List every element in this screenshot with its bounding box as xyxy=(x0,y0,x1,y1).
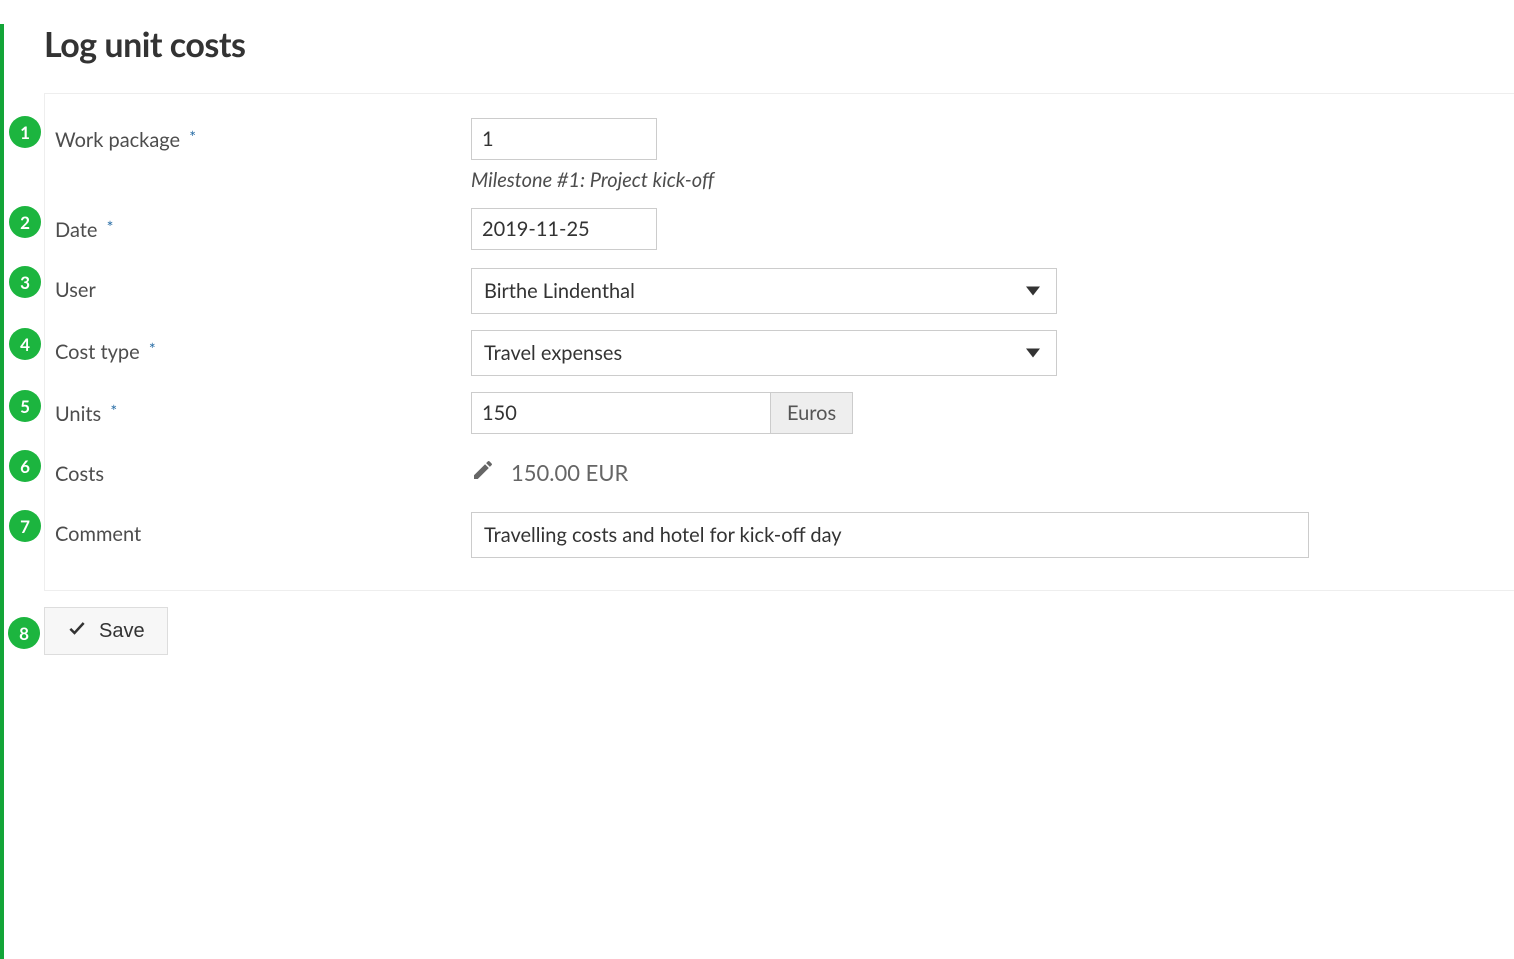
save-button[interactable]: Save xyxy=(44,607,168,655)
row-date: 2 Date * xyxy=(45,200,1514,260)
date-input[interactable] xyxy=(471,208,657,250)
work-package-input[interactable] xyxy=(471,118,657,160)
row-costs: 6 Costs 150.00 EUR xyxy=(45,444,1514,504)
row-units: 5 Units * Euros xyxy=(45,384,1514,444)
pencil-icon[interactable] xyxy=(471,458,495,487)
units-input[interactable] xyxy=(471,392,771,434)
annotation-badge-7: 7 xyxy=(9,510,41,542)
label-cost-type: Cost type * xyxy=(55,330,471,364)
annotation-badge-1: 1 xyxy=(9,116,41,148)
label-text: Work package xyxy=(55,128,180,152)
page-title: Log unit costs xyxy=(44,24,1514,65)
units-suffix: Euros xyxy=(771,392,853,434)
label-text: Units xyxy=(55,402,101,426)
label-user: User xyxy=(55,268,471,302)
label-text: Cost type xyxy=(55,340,140,364)
required-marker: * xyxy=(107,218,114,237)
check-icon xyxy=(67,618,87,644)
chevron-down-icon xyxy=(1026,287,1040,296)
label-text: Costs xyxy=(55,462,104,486)
annotation-left-bar xyxy=(0,24,4,959)
comment-input[interactable] xyxy=(471,512,1309,558)
label-work-package: Work package * xyxy=(55,118,471,152)
user-select[interactable]: Birthe Lindenthal xyxy=(471,268,1057,314)
row-comment: 7 Comment xyxy=(45,504,1514,566)
required-marker: * xyxy=(110,402,117,421)
label-costs: Costs xyxy=(55,452,471,486)
label-text: Date xyxy=(55,218,97,242)
label-date: Date * xyxy=(55,208,471,242)
label-comment: Comment xyxy=(55,512,471,546)
log-cost-form: 1 Work package * Milestone #1: Project k… xyxy=(44,93,1514,591)
row-work-package: 1 Work package * Milestone #1: Project k… xyxy=(45,110,1514,200)
annotation-badge-3: 3 xyxy=(9,266,41,298)
annotation-badge-6: 6 xyxy=(9,450,41,482)
annotation-badge-4: 4 xyxy=(9,328,41,360)
chevron-down-icon xyxy=(1026,349,1040,358)
required-marker: * xyxy=(149,340,156,359)
label-text: Comment xyxy=(55,522,141,546)
save-button-label: Save xyxy=(99,620,145,643)
annotation-badge-8: 8 xyxy=(8,617,40,649)
row-cost-type: 4 Cost type * Travel expenses xyxy=(45,322,1514,384)
annotation-badge-5: 5 xyxy=(9,390,41,422)
cost-type-select[interactable]: Travel expenses xyxy=(471,330,1057,376)
user-select-value: Birthe Lindenthal xyxy=(484,279,635,303)
required-marker: * xyxy=(189,128,196,147)
label-units: Units * xyxy=(55,392,471,426)
label-text: User xyxy=(55,278,96,302)
row-user: 3 User Birthe Lindenthal xyxy=(45,260,1514,322)
cost-type-select-value: Travel expenses xyxy=(484,341,622,365)
annotation-badge-2: 2 xyxy=(9,206,41,238)
work-package-subtitle: Milestone #1: Project kick-off xyxy=(471,168,1314,192)
costs-value: 150.00 EUR xyxy=(511,459,628,486)
